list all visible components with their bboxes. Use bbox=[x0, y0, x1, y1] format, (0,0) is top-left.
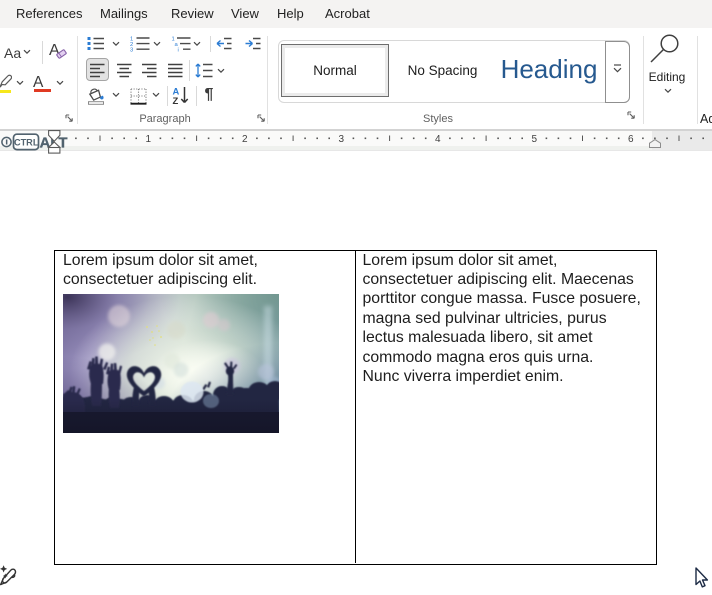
svg-text:5: 5 bbox=[532, 134, 538, 145]
svg-text:4: 4 bbox=[435, 134, 441, 145]
svg-text:i: i bbox=[177, 48, 178, 52]
svg-text:3: 3 bbox=[339, 134, 345, 145]
svg-text:6: 6 bbox=[628, 134, 634, 145]
svg-text:1: 1 bbox=[146, 134, 152, 145]
svg-text:Z: Z bbox=[173, 95, 179, 105]
svg-text:CTRL: CTRL bbox=[14, 137, 39, 147]
svg-text:2: 2 bbox=[242, 134, 248, 145]
svg-text:3: 3 bbox=[130, 48, 133, 52]
